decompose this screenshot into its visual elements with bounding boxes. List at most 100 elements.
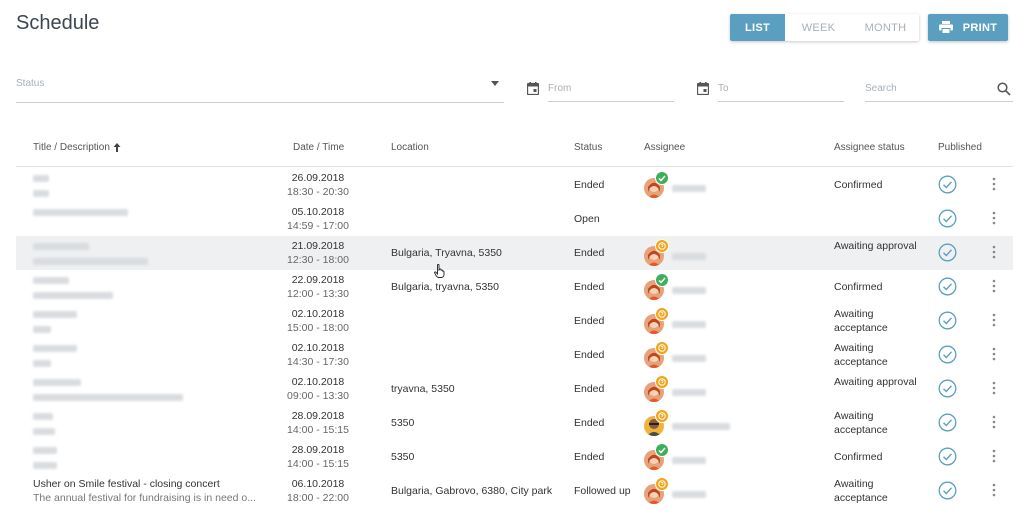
list-view-button[interactable]: LIST xyxy=(730,14,785,41)
event-time: 14:00 - 15:15 xyxy=(287,424,349,436)
redacted-assignee-name xyxy=(672,491,706,498)
check-badge-icon xyxy=(655,443,669,457)
search-icon[interactable] xyxy=(997,82,1011,96)
more-vert-icon[interactable] xyxy=(990,449,998,467)
from-placeholder: From xyxy=(548,83,572,94)
assignee-cell xyxy=(644,205,834,233)
assignee-cell xyxy=(644,375,834,403)
event-date: 05.10.2018 xyxy=(291,206,345,218)
column-header-location[interactable]: Location xyxy=(391,142,429,153)
more-vert-icon[interactable] xyxy=(990,313,998,331)
status-cell: Followed up xyxy=(574,485,631,497)
column-header-published[interactable]: Published xyxy=(938,142,982,153)
status-cell: Ended xyxy=(574,383,605,395)
published-check-icon[interactable] xyxy=(938,277,957,300)
title-description-cell xyxy=(33,171,263,201)
published-check-icon[interactable] xyxy=(938,447,957,470)
table-row[interactable]: 02.10.2018 09:00 - 13:30 tryavna, 5350 Ende… xyxy=(16,372,1013,406)
datetime-cell: 26.09.2018 18:30 - 20:30 xyxy=(278,171,358,199)
published-check-icon[interactable] xyxy=(938,311,957,334)
status-cell: Ended xyxy=(574,315,605,327)
table-row[interactable]: 22.09.2018 12:00 - 13:30 Bulgaria, tryavna… xyxy=(16,270,1013,304)
table-row[interactable]: 28.09.2018 14:00 - 15:15 5350 Ended Awaiting… xyxy=(16,406,1013,440)
table-row[interactable]: 26.09.2018 18:30 - 20:30 Ended Confirmed xyxy=(16,168,1013,202)
title-description-cell xyxy=(33,307,263,337)
table-row[interactable]: 02.10.2018 14:30 - 17:30 Ended Awaiting acc… xyxy=(16,338,1013,372)
published-check-icon[interactable] xyxy=(938,379,957,402)
calendar-icon[interactable] xyxy=(527,82,539,95)
published-check-icon[interactable] xyxy=(938,209,957,232)
table-row[interactable]: 05.10.2018 14:59 - 17:00 Open xyxy=(16,202,1013,236)
datetime-cell: 22.09.2018 12:00 - 13:30 xyxy=(278,273,358,301)
pending-badge-icon xyxy=(655,341,669,355)
table-row[interactable]: 21.09.2018 12:30 - 18:00 Bulgaria, Tryavna… xyxy=(16,236,1013,270)
event-time: 12:30 - 18:00 xyxy=(287,254,349,266)
redacted-title xyxy=(33,277,69,284)
redacted-title xyxy=(33,447,57,454)
title-description-cell xyxy=(33,409,263,439)
more-vert-icon[interactable] xyxy=(990,381,998,399)
published-check-icon[interactable] xyxy=(938,481,957,504)
more-vert-icon[interactable] xyxy=(990,415,998,433)
redacted-description xyxy=(33,462,57,469)
check-badge-icon xyxy=(655,273,669,287)
published-check-icon[interactable] xyxy=(938,345,957,368)
pending-badge-icon xyxy=(655,307,669,321)
published-check-icon[interactable] xyxy=(938,413,957,436)
table-row[interactable]: Usher on Smile festival - closing concer… xyxy=(16,474,1013,508)
more-vert-icon[interactable] xyxy=(990,245,998,263)
redacted-assignee-name xyxy=(672,287,706,294)
location-cell: 5350 xyxy=(391,451,415,463)
assignee-status-cell: Awaiting approval xyxy=(834,240,917,252)
redacted-description xyxy=(33,360,51,367)
more-vert-icon[interactable] xyxy=(990,279,998,297)
title-description-cell xyxy=(33,443,263,473)
pending-badge-icon xyxy=(655,375,669,389)
header-divider xyxy=(16,166,1013,167)
location-cell: tryavna, 5350 xyxy=(391,383,455,395)
sort-arrow-up-icon xyxy=(113,143,121,152)
status-cell: Open xyxy=(574,213,600,225)
event-description: The annual festival for fundraising is i… xyxy=(33,492,256,504)
from-date-field[interactable]: From xyxy=(548,83,674,102)
to-date-field[interactable]: To xyxy=(718,83,844,102)
month-view-button[interactable]: MONTH xyxy=(852,14,919,41)
published-check-icon[interactable] xyxy=(938,175,957,198)
assignee-status-cell: Awaiting acceptance xyxy=(834,308,888,334)
print-label: PRINT xyxy=(962,21,998,34)
column-header-assignee-status[interactable]: Assignee status xyxy=(834,142,905,153)
more-vert-icon[interactable] xyxy=(990,177,998,195)
column-header-status[interactable]: Status xyxy=(574,142,602,153)
published-check-icon[interactable] xyxy=(938,243,957,266)
redacted-description xyxy=(33,326,51,333)
column-header-assignee[interactable]: Assignee xyxy=(644,142,685,153)
event-date: 28.09.2018 xyxy=(291,444,345,456)
redacted-assignee-name xyxy=(672,321,706,328)
title-description-cell xyxy=(33,341,263,371)
to-placeholder: To xyxy=(718,83,729,94)
column-header-datetime[interactable]: Date / Time xyxy=(293,142,344,153)
more-vert-icon[interactable] xyxy=(990,211,998,229)
redacted-description xyxy=(33,258,148,265)
more-vert-icon[interactable] xyxy=(990,347,998,365)
page-title: Schedule xyxy=(16,12,100,34)
column-header-title[interactable]: Title / Description xyxy=(33,142,121,153)
print-button[interactable]: PRINT xyxy=(928,14,1008,41)
more-vert-icon[interactable] xyxy=(990,483,998,501)
redacted-title xyxy=(33,379,81,386)
search-input[interactable]: Search xyxy=(865,83,1013,102)
event-date: 28.09.2018 xyxy=(291,410,345,422)
calendar-icon[interactable] xyxy=(697,82,709,95)
status-cell: Ended xyxy=(574,417,605,429)
event-date: 26.09.2018 xyxy=(291,172,345,184)
table-row[interactable]: 28.09.2018 14:00 - 15:15 5350 Ended Confirme… xyxy=(16,440,1013,474)
assignee-cell xyxy=(644,477,834,505)
week-view-button[interactable]: WEEK xyxy=(785,14,852,41)
assignee-cell xyxy=(644,171,834,199)
redacted-title xyxy=(33,209,128,216)
table-row[interactable]: 02.10.2018 15:00 - 18:00 Ended Awaiting acc… xyxy=(16,304,1013,338)
status-select[interactable]: Status xyxy=(16,74,504,103)
redacted-assignee-name xyxy=(672,423,730,430)
event-date: 02.10.2018 xyxy=(291,308,345,320)
title-description-cell: Usher on Smile festival - closing concer… xyxy=(33,477,263,505)
